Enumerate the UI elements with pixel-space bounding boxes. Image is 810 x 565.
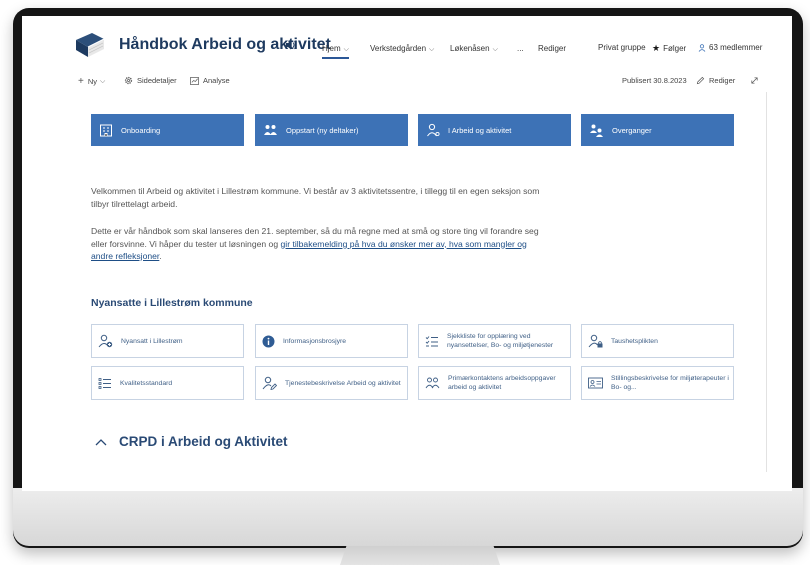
site-title[interactable]: Håndbok Arbeid og aktivitet — [119, 36, 331, 54]
chart-icon — [190, 76, 199, 85]
plus-icon: + — [78, 76, 84, 87]
info-icon — [262, 335, 275, 347]
speaker-icon[interactable] — [285, 40, 297, 50]
chevron-down-icon: ⌵ — [429, 46, 435, 53]
star-icon: ★ — [652, 43, 661, 53]
chevron-down-icon: ⌵ — [492, 46, 498, 53]
people-icon — [264, 125, 277, 135]
book-logo-icon — [76, 33, 105, 57]
quicklink-onboarding[interactable]: Onboarding — [91, 114, 244, 146]
tile-informasjonsbrosjyre[interactable]: Informasjonsbrosjyre — [255, 324, 408, 358]
tile-stillingsbeskrivelse[interactable]: Stillingsbeskrivelse for miljøterapeuter… — [581, 366, 734, 400]
crpd-section-header[interactable]: CRPD i Arbeid og Aktivitet — [95, 434, 288, 449]
members-button[interactable]: 63 medlemmer — [698, 43, 762, 52]
quicklink-overganger[interactable]: Overganger — [581, 114, 734, 146]
tile-primaerkontakt[interactable]: Primærkontaktens arbeidsoppgaver arbeid … — [418, 366, 571, 400]
nav-edit[interactable]: Rediger — [538, 44, 566, 53]
tile-kvalitetsstandard[interactable]: Kvalitetsstandard — [91, 366, 244, 400]
nav-item-verkstedgarden[interactable]: Verkstedgården ⌵ — [370, 44, 434, 54]
column-divider — [766, 92, 767, 472]
page-details-button[interactable]: Sidedetaljer — [124, 76, 177, 85]
intro-paragraph-1: Velkommen til Arbeid og aktivitet i Lill… — [91, 186, 540, 209]
edit-button[interactable]: Rediger — [696, 76, 735, 85]
intro-paragraph-2: Dette er vår håndbok som skal lanseres d… — [91, 226, 539, 261]
quicklink-oppstart[interactable]: Oppstart (ny deltaker) — [255, 114, 408, 146]
gear-icon — [124, 76, 133, 85]
tile-tjenestebeskrivelse[interactable]: Tjenestebeskrivelse Arbeid og aktivitet — [255, 366, 408, 400]
monitor-chin — [13, 488, 803, 546]
monitor-stand — [340, 546, 500, 565]
people-swap-icon — [590, 124, 603, 137]
pencil-icon — [696, 76, 705, 85]
people-icon — [425, 377, 440, 389]
section-title: Nyansatte i Lillestrøm kommune — [91, 297, 253, 309]
person-icon — [427, 123, 440, 137]
new-button[interactable]: + Ny ⌵ — [78, 76, 105, 87]
person-lock-icon — [588, 334, 603, 348]
nav-more[interactable]: ... — [517, 44, 524, 53]
follow-button[interactable]: ★ Følger — [652, 43, 686, 54]
site-header: Håndbok Arbeid og aktivitet Hjem ⌵ Verkst… — [22, 16, 792, 70]
tile-sjekkliste[interactable]: Sjekkliste for opplæring ved nyansettels… — [418, 324, 571, 358]
quicklink-i-arbeid[interactable]: I Arbeid og aktivitet — [418, 114, 571, 146]
analytics-button[interactable]: Analyse — [190, 76, 230, 85]
nav-item-lokenasen[interactable]: Løkenåsen ⌵ — [450, 44, 498, 54]
screen: Håndbok Arbeid og aktivitet Hjem ⌵ Verkst… — [22, 16, 792, 491]
person-add-icon — [98, 334, 113, 348]
person-icon — [698, 43, 706, 52]
contact-card-icon — [588, 377, 603, 389]
checklist-icon — [425, 335, 438, 346]
chevron-up-icon — [95, 438, 107, 445]
published-date: Publisert 30.8.2023 — [622, 76, 687, 85]
chevron-down-icon: ⌵ — [100, 77, 106, 85]
chevron-down-icon: ⌵ — [343, 46, 349, 53]
tile-taushetsplikten[interactable]: Taushetsplikten — [581, 324, 734, 358]
expand-icon[interactable] — [750, 76, 763, 85]
tile-nyansatt[interactable]: Nyansatt i Lillestrøm — [91, 324, 244, 358]
nav-item-hjem[interactable]: Hjem ⌵ — [322, 44, 349, 59]
group-type: Privat gruppe — [598, 43, 646, 52]
person-edit-icon — [262, 376, 277, 390]
building-icon — [100, 124, 112, 137]
list-icon — [98, 377, 111, 389]
